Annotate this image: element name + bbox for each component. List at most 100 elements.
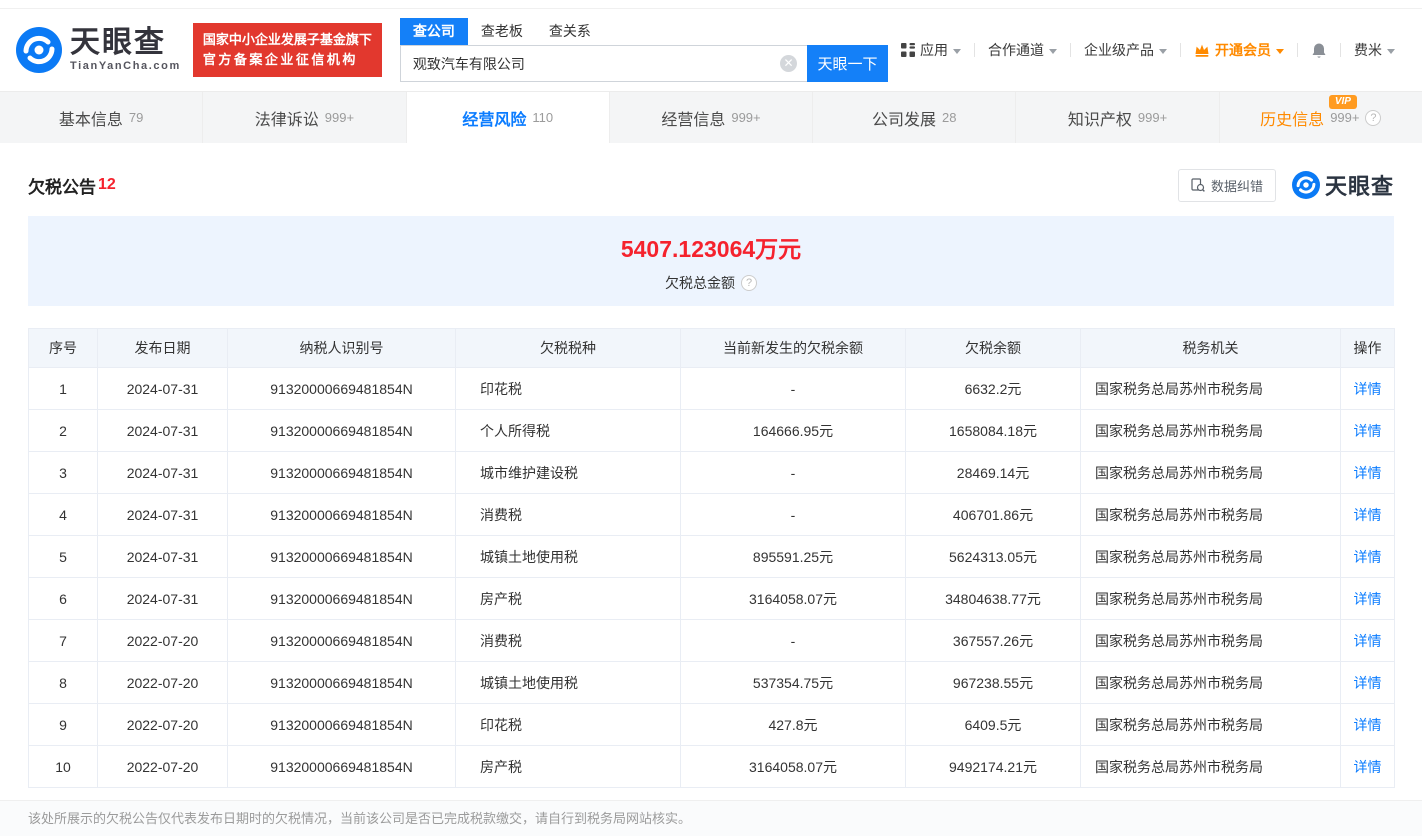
table-cell: 城镇土地使用税 bbox=[455, 661, 681, 704]
tab-2[interactable]: 经营风险 110 bbox=[406, 92, 610, 143]
chevron-down-icon bbox=[1159, 48, 1167, 54]
table-cell: 8 bbox=[28, 661, 98, 704]
tianyancha-watermark-icon bbox=[1291, 171, 1320, 199]
tab-4[interactable]: 公司发展 28 bbox=[813, 92, 1017, 143]
chevron-down-icon bbox=[1276, 48, 1284, 54]
detail-link[interactable]: 详情 bbox=[1354, 507, 1382, 523]
table-cell: - bbox=[680, 451, 906, 494]
table-cell: 91320000669481854N bbox=[227, 619, 456, 662]
chevron-down-icon bbox=[1049, 48, 1057, 54]
tab-label: 历史信息 bbox=[1260, 111, 1325, 129]
table-cell: 91320000669481854N bbox=[227, 535, 456, 578]
bell-icon bbox=[1312, 43, 1326, 58]
table-cell: 91320000669481854N bbox=[227, 451, 456, 494]
action-cell: 详情 bbox=[1340, 409, 1395, 452]
search-tab-company[interactable]: 查公司 bbox=[399, 18, 468, 45]
col-taxpayer-id: 纳税人识别号 bbox=[227, 328, 456, 368]
table-cell: 国家税务总局苏州市税务局 bbox=[1080, 535, 1341, 578]
tab-count: 999+ bbox=[324, 110, 355, 125]
col-tax-type: 欠税税种 bbox=[455, 328, 681, 368]
nav-vip-membership[interactable]: 开通会员 bbox=[1181, 40, 1297, 60]
gov-badge-line1: 国家中小企业发展子基金旗下 bbox=[202, 31, 372, 47]
table-cell: 2024-07-31 bbox=[97, 577, 228, 620]
col-tax-authority: 税务机关 bbox=[1080, 328, 1341, 368]
tab-count: 999+ bbox=[1137, 110, 1168, 125]
table-cell: 印花税 bbox=[455, 367, 681, 410]
action-cell: 详情 bbox=[1340, 619, 1395, 662]
search-tab-relation[interactable]: 查关系 bbox=[536, 18, 604, 45]
tab-6[interactable]: VIP 历史信息 999+? bbox=[1220, 92, 1422, 143]
tab-label: 基本信息 bbox=[58, 111, 123, 129]
table-row: 1 2024-07-31 91320000669481854N 印花税 -6632.2元… bbox=[28, 367, 1395, 410]
table-cell: 2024-07-31 bbox=[97, 409, 228, 452]
nav-apps[interactable]: 应用 bbox=[888, 40, 974, 60]
section-header: 欠税公告 12 数据纠错 天眼查 bbox=[28, 168, 1394, 202]
site-header: 天眼查 TianYanCha.com 国家中小企业发展子基金旗下 官方备案企业征… bbox=[0, 9, 1422, 91]
nav-vip-label: 开通会员 bbox=[1215, 42, 1271, 58]
site-logo[interactable]: 天眼查 TianYanCha.com bbox=[16, 27, 181, 73]
nav-notifications[interactable] bbox=[1298, 42, 1340, 59]
table-row: 5 2024-07-31 91320000669481854N 城镇土地使用税 8955… bbox=[28, 535, 1395, 578]
search-input[interactable] bbox=[399, 45, 807, 82]
table-cell: 2024-07-31 bbox=[97, 493, 228, 536]
tax-table-body: 1 2024-07-31 91320000669481854N 印花税 -6632.2元… bbox=[28, 367, 1395, 788]
table-cell: 4 bbox=[28, 493, 98, 536]
brand-watermark: 天眼查 bbox=[1291, 169, 1394, 201]
disclaimer-bar: 该处所展示的欠税公告仅代表发布日期时的欠税情况，当前该公司是否已完成税款缴交，请… bbox=[0, 800, 1422, 836]
table-cell: 34804638.77元 bbox=[905, 577, 1081, 620]
tab-0[interactable]: 基本信息 79 bbox=[0, 92, 204, 143]
table-cell: 消费税 bbox=[455, 619, 681, 662]
action-cell: 详情 bbox=[1340, 745, 1395, 788]
table-cell: 6 bbox=[28, 577, 98, 620]
table-cell: 个人所得税 bbox=[455, 409, 681, 452]
data-correction-label: 数据纠错 bbox=[1210, 178, 1263, 194]
table-cell: 国家税务总局苏州市税务局 bbox=[1080, 409, 1341, 452]
table-cell: 5624313.05元 bbox=[905, 535, 1081, 578]
clear-search-icon[interactable]: ✕ bbox=[780, 55, 797, 72]
table-cell: 9492174.21元 bbox=[905, 745, 1081, 788]
data-correction-button[interactable]: 数据纠错 bbox=[1177, 168, 1276, 202]
tab-5[interactable]: 知识产权 999+ bbox=[1016, 92, 1220, 143]
detail-link[interactable]: 详情 bbox=[1354, 591, 1382, 607]
table-cell: 2022-07-20 bbox=[97, 745, 228, 788]
nav-user-account[interactable]: 费米 bbox=[1341, 40, 1408, 60]
detail-link[interactable]: 详情 bbox=[1354, 549, 1382, 565]
logo-domain: TianYanCha.com bbox=[70, 60, 181, 72]
nav-partner[interactable]: 合作通道 bbox=[975, 40, 1070, 60]
detail-link[interactable]: 详情 bbox=[1354, 759, 1382, 775]
tab-label: 经营风险 bbox=[462, 111, 527, 129]
nav-enterprise[interactable]: 企业级产品 bbox=[1071, 40, 1180, 60]
detail-link[interactable]: 详情 bbox=[1354, 717, 1382, 733]
grid-icon bbox=[901, 43, 915, 57]
tab-count: 28 bbox=[942, 110, 957, 125]
gov-certification-badge: 国家中小企业发展子基金旗下 官方备案企业征信机构 bbox=[192, 22, 382, 78]
detail-link[interactable]: 详情 bbox=[1354, 381, 1382, 397]
detail-link[interactable]: 详情 bbox=[1354, 675, 1382, 691]
nav-user-label: 费米 bbox=[1354, 42, 1382, 58]
table-cell: 印花税 bbox=[455, 703, 681, 746]
table-row: 3 2024-07-31 91320000669481854N 城市维护建设税 -284… bbox=[28, 451, 1395, 494]
tab-label: 公司发展 bbox=[872, 111, 937, 129]
table-cell: 28469.14元 bbox=[905, 451, 1081, 494]
help-icon[interactable]: ? bbox=[1365, 109, 1382, 126]
main-tabs: 基本信息 79 法律诉讼 999+ 经营风险 110 经营信息 999+ 公司发展 28 知识产权 9… bbox=[0, 91, 1422, 143]
table-cell: 国家税务总局苏州市税务局 bbox=[1080, 661, 1341, 704]
detail-link[interactable]: 详情 bbox=[1354, 423, 1382, 439]
table-cell: 2022-07-20 bbox=[97, 703, 228, 746]
detail-link[interactable]: 详情 bbox=[1354, 465, 1382, 481]
tab-3[interactable]: 经营信息 999+ bbox=[610, 92, 814, 143]
table-cell: 895591.25元 bbox=[680, 535, 906, 578]
search-tab-boss[interactable]: 查老板 bbox=[468, 18, 536, 45]
tab-count: 999+ bbox=[731, 110, 761, 125]
search-button[interactable]: 天眼一下 bbox=[807, 45, 888, 82]
total-arrears-label: 欠税总金额 bbox=[665, 274, 735, 291]
tab-1[interactable]: 法律诉讼 999+ bbox=[203, 92, 407, 143]
table-cell: 537354.75元 bbox=[680, 661, 906, 704]
detail-link[interactable]: 详情 bbox=[1354, 633, 1382, 649]
header-nav: 应用 合作通道 企业级产品 开通会员 费米 bbox=[888, 40, 1408, 60]
col-publish-date: 发布日期 bbox=[97, 328, 228, 368]
table-cell: 2024-07-31 bbox=[97, 535, 228, 578]
nav-enterprise-label: 企业级产品 bbox=[1084, 42, 1154, 58]
table-row: 2 2024-07-31 91320000669481854N 个人所得税 164666… bbox=[28, 409, 1395, 452]
help-icon[interactable]: ? bbox=[741, 274, 757, 291]
